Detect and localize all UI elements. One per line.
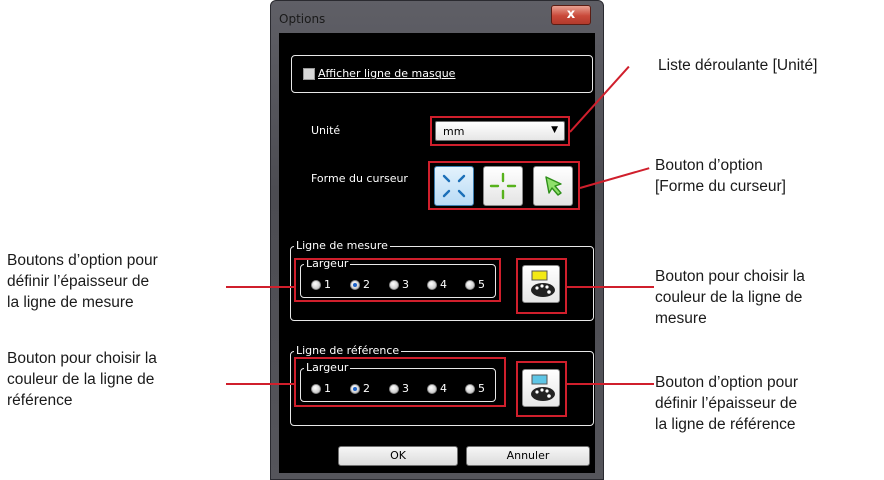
measure-line-group-title: Ligne de mesure (294, 239, 390, 252)
dialog-title: Options (279, 12, 326, 26)
callout-line-reference-width (226, 383, 295, 385)
callout-cursor-option: Bouton d’option [Forme du curseur] (655, 155, 786, 197)
callout-text: définir l’épaisseur de (655, 395, 798, 412)
mask-checkbox[interactable] (303, 68, 315, 80)
callout-text: Liste déroulante [Unité] (658, 57, 818, 74)
mask-checkbox-label[interactable]: Afficher ligne de masque (318, 67, 455, 80)
callout-text: la ligne de référence (655, 416, 796, 433)
cancel-button[interactable]: Annuler (466, 446, 590, 466)
highlight-reference-color (516, 361, 567, 417)
callout-text: couleur de la ligne de (655, 289, 803, 306)
highlight-unit-dropdown (430, 116, 570, 146)
callout-text: Boutons d’option pour (7, 252, 158, 269)
callout-text: mesure (655, 310, 707, 327)
unit-label: Unité (311, 124, 341, 137)
callout-text: Bouton d’option pour (655, 374, 799, 391)
callout-reference-color: Bouton pour choisir la couleur de la lig… (7, 348, 157, 411)
callout-line-measure-color (567, 286, 654, 288)
callout-line-measure-width (226, 286, 295, 288)
reference-line-group-title: Ligne de référence (294, 344, 402, 357)
close-button[interactable]: x (551, 5, 591, 25)
callout-measure-width: Boutons d’option pour définir l’épaisseu… (7, 250, 158, 313)
callout-text: Bouton pour choisir la (655, 268, 805, 285)
callout-text: couleur de la ligne de (7, 371, 155, 388)
highlight-reference-width (294, 357, 506, 407)
callout-line-reference-color (567, 383, 654, 385)
callout-text: Bouton pour choisir la (7, 350, 157, 367)
highlight-measure-color (516, 258, 567, 314)
callout-reference-width: Bouton d’option pour définir l’épaisseur… (655, 372, 798, 435)
highlight-measure-width (294, 258, 501, 302)
highlight-cursor-options (428, 161, 580, 210)
callout-unit-dropdown: Liste déroulante [Unité] (658, 55, 817, 76)
callout-text: définir l’épaisseur de (7, 273, 150, 290)
cursor-shape-label: Forme du curseur (311, 172, 408, 185)
callout-text: Bouton d’option (655, 157, 763, 174)
callout-text: référence (7, 392, 73, 409)
callout-measure-color: Bouton pour choisir la couleur de la lig… (655, 266, 805, 329)
callout-text: la ligne de mesure (7, 294, 134, 311)
ok-button[interactable]: OK (338, 446, 458, 466)
callout-text: [Forme du curseur] (655, 178, 786, 195)
